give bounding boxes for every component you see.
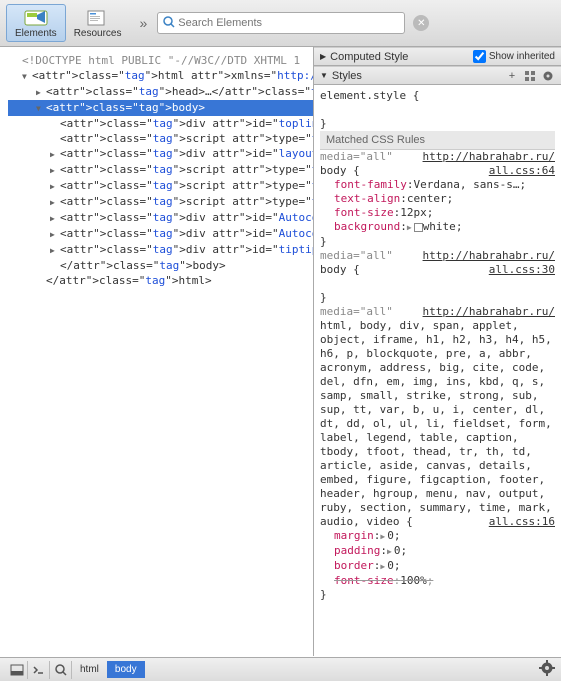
show-inherited-toggle[interactable]: Show inherited <box>473 50 555 63</box>
show-inherited-checkbox[interactable] <box>473 50 486 63</box>
tab-elements[interactable]: Elements <box>6 4 66 42</box>
styles-sidebar: ▶ Computed Style Show inherited ▼ Styles… <box>313 47 561 656</box>
more-tabs-chevron[interactable]: » <box>140 15 148 31</box>
matched-rules-header: Matched CSS Rules <box>320 131 555 150</box>
dom-node[interactable]: <attr">class="tag">script attr">type="te… <box>8 162 313 178</box>
css-rule[interactable]: media="all" http://habrahabr.ru/ body { … <box>320 150 555 249</box>
computed-style-header[interactable]: ▶ Computed Style Show inherited <box>314 47 561 66</box>
css-rule[interactable]: media="all" http://habrahabr.ru/ html, b… <box>320 305 555 602</box>
css-property[interactable]: font-size:100%; <box>320 574 555 588</box>
dom-node[interactable]: <attr">class="tag">div attr">id="Autocom… <box>8 226 313 242</box>
toolbar: Elements Resources » ✕ <box>0 0 561 47</box>
dock-icon[interactable] <box>6 661 28 679</box>
css-property[interactable]: margin:▶0; <box>320 529 555 544</box>
source-line-link[interactable]: all.css:16 <box>489 515 555 529</box>
dom-node[interactable]: <attr">class="tag">div attr">id="tiptip_… <box>8 242 313 258</box>
elements-icon <box>22 8 50 28</box>
dom-node[interactable]: <attr">class="tag">div attr">id="layout"… <box>8 146 313 162</box>
search-input[interactable] <box>176 15 400 31</box>
toggle-state-icon[interactable] <box>523 69 537 83</box>
source-line-link[interactable]: all.css:30 <box>489 263 555 277</box>
console-icon[interactable] <box>28 661 50 679</box>
bottom-toolbar: html body <box>0 657 561 681</box>
tab-label: Elements <box>15 28 57 39</box>
element-style-rule[interactable]: element.style { } <box>320 89 555 131</box>
source-link[interactable]: http://habrahabr.ru/ <box>423 150 555 164</box>
dom-node[interactable]: <attr">class="tag">html attr">xmlns="htt… <box>8 68 313 84</box>
doctype-node[interactable]: <!DOCTYPE html PUBLIC "-//W3C//DTD XHTML… <box>8 53 313 68</box>
dom-node[interactable]: <attr">class="tag">script attr">type="te… <box>8 131 313 146</box>
add-rule-icon[interactable]: + <box>505 69 519 83</box>
source-link[interactable]: http://habrahabr.ru/ <box>423 305 555 319</box>
styles-body: element.style { } Matched CSS Rules medi… <box>314 85 561 656</box>
inspect-icon[interactable] <box>50 661 72 679</box>
breadcrumb-body[interactable]: body <box>107 661 145 678</box>
css-property[interactable]: font-size:12px; <box>320 206 555 220</box>
search-box <box>157 12 405 34</box>
styles-header[interactable]: ▼ Styles + <box>314 66 561 85</box>
expand-icon: ▶ <box>320 52 326 61</box>
dom-node[interactable]: <attr">class="tag">script attr">type="te… <box>8 194 313 210</box>
css-property[interactable]: font-family:Verdana, sans-s…; <box>320 178 555 192</box>
dom-node[interactable]: </attr">class="tag">html> <box>8 273 313 288</box>
clear-search-icon[interactable]: ✕ <box>413 15 429 31</box>
expand-icon: ▼ <box>320 71 328 80</box>
tab-label: Resources <box>74 28 122 39</box>
section-title: Computed Style <box>330 51 473 63</box>
settings-gear-icon[interactable] <box>539 660 555 679</box>
css-property[interactable]: text-align:center; <box>320 192 555 206</box>
dom-node[interactable]: <attr">class="tag">head>…</attr">class="… <box>8 84 313 100</box>
source-line-link[interactable]: all.css:64 <box>489 164 555 178</box>
dom-node[interactable]: </attr">class="tag">body> <box>8 258 313 273</box>
dom-node[interactable]: <attr">class="tag">div attr">id="Autocom… <box>8 210 313 226</box>
dom-tree-panel: <!DOCTYPE html PUBLIC "-//W3C//DTD XHTML… <box>0 47 313 656</box>
section-title: Styles <box>332 70 501 82</box>
css-property[interactable]: background:▶white; <box>320 220 555 235</box>
gear-icon[interactable] <box>541 69 555 83</box>
dom-node[interactable]: <attr">class="tag">div attr">id="topline… <box>8 116 313 131</box>
resources-icon <box>84 8 112 28</box>
dom-node[interactable]: <attr">class="tag">body> <box>8 100 313 116</box>
css-property[interactable]: border:▶0; <box>320 559 555 574</box>
main-content: <!DOCTYPE html PUBLIC "-//W3C//DTD XHTML… <box>0 47 561 656</box>
breadcrumb-html[interactable]: html <box>72 661 107 678</box>
tab-resources[interactable]: Resources <box>66 5 130 41</box>
css-property[interactable]: padding:▶0; <box>320 544 555 559</box>
source-link[interactable]: http://habrahabr.ru/ <box>423 249 555 263</box>
css-rule[interactable]: media="all" http://habrahabr.ru/ body { … <box>320 249 555 305</box>
search-icon <box>162 15 176 32</box>
dom-node[interactable]: <attr">class="tag">script attr">type="te… <box>8 178 313 194</box>
